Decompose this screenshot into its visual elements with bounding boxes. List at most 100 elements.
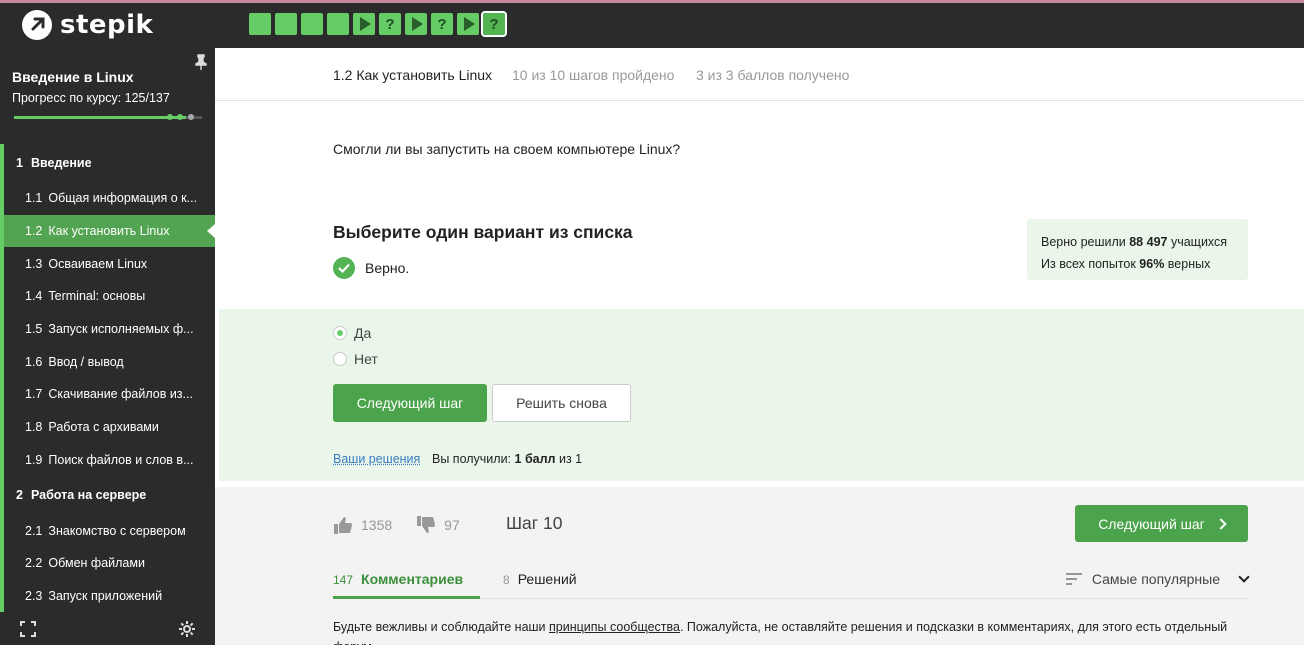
lesson-title: Скачивание файлов из... bbox=[48, 387, 193, 402]
option-label: Нет bbox=[354, 351, 378, 367]
option-yes[interactable]: Да bbox=[333, 325, 371, 341]
step-tile-done[interactable] bbox=[275, 13, 297, 35]
fullscreen-icon[interactable] bbox=[20, 621, 36, 637]
option-no[interactable]: Нет bbox=[333, 351, 378, 367]
tab-solutions[interactable]: 8 Решений bbox=[503, 571, 577, 587]
stepik-logo[interactable]: stepik bbox=[22, 10, 153, 40]
score-result: Вы получили: 1 балл из 1 bbox=[432, 452, 582, 466]
sidebar-section[interactable]: 2 Работа на сервере bbox=[0, 476, 215, 515]
step-tile-video[interactable] bbox=[457, 13, 479, 35]
pin-icon[interactable] bbox=[195, 54, 207, 70]
sidebar-lesson-item[interactable]: 1.4 Terminal: основы bbox=[0, 280, 215, 313]
question-icon: ? bbox=[489, 15, 499, 33]
chevron-down-icon bbox=[1238, 571, 1250, 583]
thumbs-down-icon[interactable] bbox=[416, 515, 436, 535]
stats-text: Верно решили bbox=[1041, 235, 1130, 249]
sidebar-lesson-item[interactable]: 1.8 Работа с архивами bbox=[0, 410, 215, 444]
sort-icon bbox=[1065, 573, 1082, 585]
section-title: Работа на сервере bbox=[30, 488, 147, 503]
lesson-title: Осваиваем Linux bbox=[48, 256, 148, 271]
active-tab-indicator bbox=[333, 596, 480, 599]
answer-area: Да Нет Следующий шаг Решить снова Ваши р… bbox=[219, 309, 1304, 481]
lesson-title: Обмен файлами bbox=[48, 556, 145, 571]
lesson-title: Запуск приложений bbox=[48, 588, 163, 603]
lesson-number: 1.4 bbox=[25, 289, 43, 304]
sidebar-lesson-item[interactable]: 2.2 Обмен файлами bbox=[0, 546, 215, 580]
play-icon bbox=[359, 17, 371, 31]
lesson-title: Terminal: основы bbox=[48, 289, 146, 304]
step-tile-video[interactable] bbox=[405, 13, 427, 35]
lesson-number: 1.5 bbox=[25, 322, 43, 337]
progress-dot bbox=[167, 114, 173, 120]
likes-count: 1358 bbox=[361, 517, 393, 533]
next-step-button[interactable]: Следующий шаг bbox=[333, 384, 487, 422]
step-tile-done[interactable] bbox=[327, 13, 349, 35]
step-tile-video[interactable] bbox=[353, 13, 375, 35]
lesson-title: Как установить Linux bbox=[48, 224, 170, 239]
lesson-number: 2.2 bbox=[25, 556, 43, 571]
community-rules: Будьте вежливы и соблюдайте наши принцип… bbox=[333, 617, 1253, 645]
question-text: Смогли ли вы запустить на своем компьюте… bbox=[333, 141, 681, 157]
lesson-number: 1.2 bbox=[25, 224, 43, 239]
lesson-title: Работа с архивами bbox=[48, 420, 159, 435]
quiz-heading: Выберите один вариант из списка bbox=[333, 222, 633, 242]
lesson-title: Запуск исполняемых ф... bbox=[48, 322, 194, 337]
sidebar-lesson-item[interactable]: 1.1 Общая информация о к... bbox=[0, 182, 215, 215]
sidebar-lesson-item[interactable]: 2.3 Запуск приложений bbox=[0, 579, 215, 613]
course-progress-fill bbox=[14, 116, 186, 119]
step-tile-quiz[interactable]: ? bbox=[431, 13, 453, 35]
sidebar-lesson-item[interactable]: 1.9 Поиск файлов и слов в... bbox=[0, 443, 215, 477]
sidebar-lesson-item[interactable]: 1.3 Осваиваем Linux bbox=[0, 247, 215, 281]
section-number: 1 bbox=[16, 156, 23, 170]
step-tile-quiz[interactable]: ? bbox=[379, 13, 401, 35]
radio-button[interactable] bbox=[333, 352, 347, 366]
verdict: Верно. bbox=[333, 257, 409, 279]
lesson-title: Общая информация о к... bbox=[48, 191, 198, 206]
tab-comments[interactable]: 147 Комментариев bbox=[333, 571, 463, 587]
stepik-logo-icon bbox=[22, 10, 52, 40]
rules-text: Будьте вежливы и соблюдайте наши bbox=[333, 620, 550, 634]
next-step-footer-button[interactable]: Следующий шаг bbox=[1075, 505, 1248, 542]
lesson-number: 2.1 bbox=[25, 523, 43, 538]
chevron-right-icon bbox=[1215, 517, 1227, 530]
play-icon bbox=[463, 17, 475, 31]
lesson-navigation: 1 Введение 1.1 Общая информация о к... 1.2 Ка… bbox=[0, 144, 215, 613]
dislikes-count: 97 bbox=[444, 517, 460, 533]
lesson-title: Знакомство с сервером bbox=[48, 523, 186, 538]
score-suffix: из 1 bbox=[555, 452, 583, 466]
solve-stats: Верно решили 88 497 учащихся Из всех поп… bbox=[1027, 219, 1248, 280]
lesson-score-status: 3 из 3 баллов получено bbox=[696, 67, 850, 83]
step-tile-done[interactable] bbox=[249, 13, 271, 35]
thumbs-up-icon[interactable] bbox=[333, 515, 353, 535]
sidebar-lesson-item[interactable]: 1.7 Скачивание файлов из... bbox=[0, 378, 215, 411]
community-guidelines-link[interactable]: принципы сообщества bbox=[549, 620, 680, 634]
lesson-number: 1.7 bbox=[25, 387, 43, 402]
gear-icon[interactable] bbox=[178, 620, 196, 638]
stats-text: учащихся bbox=[1167, 235, 1228, 249]
course-progress-label: Прогресс по курсу: 125/137 bbox=[12, 91, 170, 105]
tab-count: 147 bbox=[333, 573, 354, 587]
lesson-title: 1.2 Как установить Linux bbox=[333, 67, 493, 83]
lesson-number: 2.3 bbox=[25, 588, 43, 603]
your-solutions-link[interactable]: Ваши решения bbox=[333, 452, 420, 466]
lesson-title: Поиск файлов и слов в... bbox=[48, 452, 194, 467]
retry-button[interactable]: Решить снова bbox=[492, 384, 631, 422]
sidebar-lesson-item[interactable]: 2.1 Знакомство с сервером bbox=[0, 514, 215, 547]
tab-count: 8 bbox=[503, 573, 510, 587]
step-number: Шаг 10 bbox=[506, 513, 563, 533]
step-tile-done[interactable] bbox=[301, 13, 323, 35]
lesson-number: 1.3 bbox=[25, 256, 43, 271]
course-title[interactable]: Введение в Linux bbox=[12, 69, 134, 85]
radio-selected-dot bbox=[337, 330, 343, 336]
sidebar-lesson-item[interactable]: 1.6 Ввод / вывод bbox=[0, 345, 215, 379]
step-tile-quiz[interactable]: ? bbox=[481, 11, 507, 37]
sidebar-footer bbox=[0, 615, 215, 645]
sidebar-section[interactable]: 1 Введение bbox=[0, 144, 215, 182]
sidebar-lesson-item[interactable]: 1.5 Запуск исполняемых ф... bbox=[0, 312, 215, 346]
sidebar-lesson-item[interactable]: 1.2 Как установить Linux bbox=[0, 214, 215, 248]
lesson-number: 1.8 bbox=[25, 420, 43, 435]
score-prefix: Вы получили: bbox=[432, 452, 515, 466]
sort-dropdown[interactable]: Самые популярные bbox=[1065, 571, 1250, 587]
success-rate: 96% bbox=[1139, 257, 1165, 271]
radio-button[interactable] bbox=[333, 326, 347, 340]
